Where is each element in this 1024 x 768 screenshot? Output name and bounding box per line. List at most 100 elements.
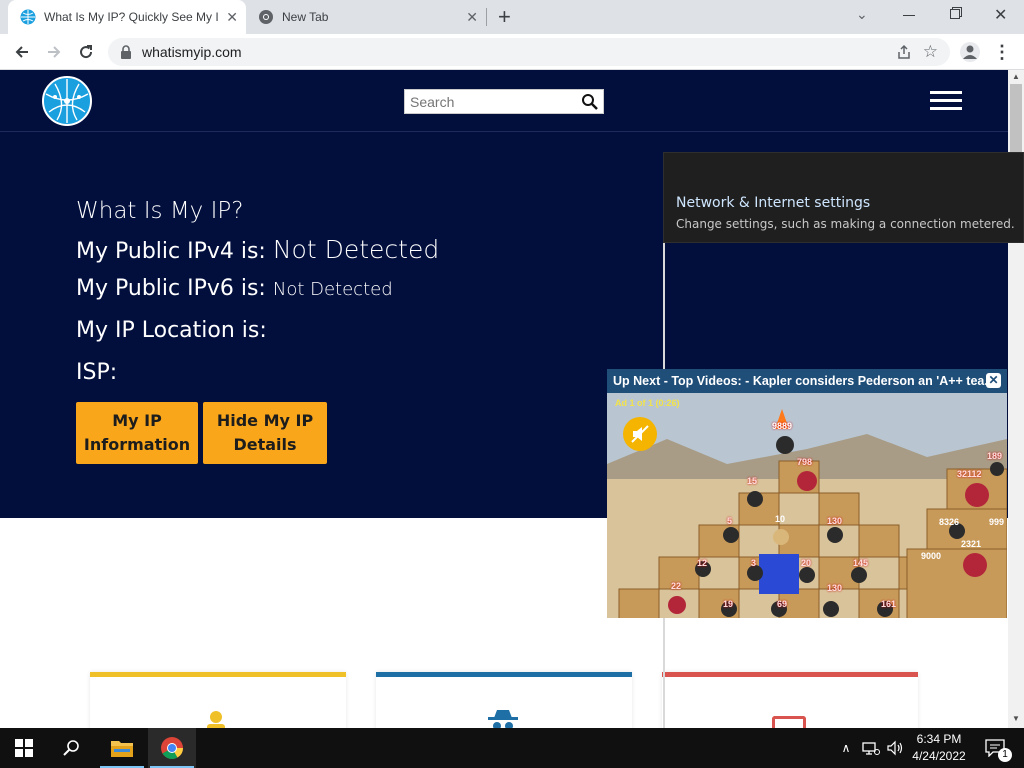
close-video-icon[interactable]: ✕ (986, 373, 1001, 388)
score-label: 145 (853, 558, 869, 568)
score-label: 999 (989, 517, 1005, 527)
network-icon[interactable] (860, 728, 882, 768)
score-label: 130 (827, 583, 843, 593)
lock-icon[interactable] (120, 45, 132, 59)
scroll-down-arrow-icon[interactable]: ▼ (1012, 714, 1020, 723)
forward-arrow-icon[interactable] (42, 40, 66, 64)
volume-icon[interactable] (884, 728, 906, 768)
restore-icon[interactable] (950, 9, 960, 19)
ipv4-value: Not Detected (272, 235, 440, 264)
minimize-icon[interactable] (903, 15, 915, 16)
tab-title: New Tab (282, 10, 329, 24)
globe-favicon-icon (20, 9, 36, 25)
hamburger-menu-icon[interactable] (930, 91, 962, 111)
ipv6-label: My Public IPv6 is: (76, 276, 266, 301)
clock[interactable]: 6:34 PM 4/24/2022 (906, 728, 972, 768)
share-icon[interactable] (896, 44, 912, 60)
bookmark-star-icon[interactable]: ☆ (923, 42, 938, 62)
score-label: 19 (723, 599, 734, 609)
search-input[interactable] (405, 93, 575, 110)
profile-avatar-icon[interactable] (958, 40, 982, 64)
tab-divider (486, 8, 487, 26)
windows-taskbar: ∧ 6:34 PM 4/24/2022 1 (0, 728, 1024, 768)
feature-card-red[interactable] (662, 672, 918, 728)
scroll-up-arrow-icon[interactable]: ▲ (1012, 72, 1020, 81)
chrome-favicon-icon (259, 10, 273, 24)
chrome-taskbar-icon[interactable] (148, 728, 196, 768)
back-arrow-icon[interactable] (10, 40, 34, 64)
url-text[interactable]: whatismyip.com (142, 44, 242, 60)
file-explorer-icon[interactable] (98, 728, 146, 768)
scroll-thumb[interactable] (1010, 84, 1022, 156)
tab-search-chevron-icon[interactable]: ⌄ (856, 6, 868, 23)
score-label: 3 (751, 558, 757, 568)
tab-whatismyip[interactable]: What Is My IP? Quickly See My IP ✕ (8, 0, 246, 34)
button-line: My IP (112, 411, 162, 430)
card-top-border (376, 672, 632, 677)
mute-icon[interactable] (623, 417, 657, 451)
page-title: What Is My IP? (76, 198, 244, 224)
new-tab-plus-icon[interactable]: + (498, 4, 511, 30)
score-label: 2321 (961, 539, 982, 549)
search-icon[interactable] (581, 93, 599, 111)
score-label: 130 (827, 516, 843, 526)
button-line: Hide My IP (216, 411, 314, 430)
score-label: 15 (747, 476, 758, 486)
score-label: 5 (727, 516, 733, 526)
menu-kebab-icon[interactable]: ⋮ (990, 40, 1014, 64)
ad-label: Ad 1 of 1 (0:26) (615, 398, 680, 408)
score-label: 8326 (939, 517, 960, 527)
my-ip-information-button[interactable]: My IP Information (76, 402, 198, 464)
tab-bar: What Is My IP? Quickly See My IP ✕ New T… (0, 0, 1024, 34)
clock-date: 4/24/2022 (912, 749, 966, 763)
card-top-border (90, 672, 346, 677)
score-label: 22 (671, 581, 682, 591)
notification-badge: 1 (998, 748, 1012, 762)
ipv4-label: My Public IPv4 is: (76, 239, 266, 264)
windows-start-icon[interactable] (0, 728, 48, 768)
location-label: My IP Location is: (76, 318, 267, 343)
isp-label: ISP: (76, 360, 118, 385)
score-label: 12 (697, 558, 708, 568)
show-hidden-icons-chevron-icon[interactable]: ∧ (836, 728, 856, 768)
reload-icon[interactable] (74, 40, 98, 64)
score-label: 20 (801, 558, 812, 568)
address-bar[interactable]: whatismyip.com ☆ (108, 38, 950, 66)
spy-icon (488, 710, 518, 728)
floating-video-player[interactable]: Up Next - Top Videos: - Kapler considers… (607, 369, 1007, 618)
video-title[interactable]: Up Next - Top Videos: - Kapler considers… (613, 374, 995, 388)
score-label: 9889 (772, 421, 793, 431)
network-settings-tooltip[interactable]: Network & Internet settings Change setti… (663, 152, 1024, 243)
tooltip-title[interactable]: Network & Internet settings (676, 195, 870, 211)
action-center-icon[interactable]: 1 (980, 728, 1012, 768)
button-line: Details (233, 435, 297, 454)
button-line: Information (83, 435, 191, 454)
clock-time: 6:34 PM (916, 732, 962, 746)
site-search-box[interactable] (404, 89, 604, 114)
close-tab-icon[interactable]: ✕ (226, 9, 238, 26)
ipv4-row: My Public IPv4 is: Not Detected (76, 235, 439, 264)
tooltip-subtitle: Change settings, such as making a connec… (676, 217, 1015, 231)
taskbar-search-icon[interactable] (48, 728, 96, 768)
score-label: 10 (775, 514, 786, 524)
tab-new-tab[interactable]: New Tab ✕ (246, 0, 486, 34)
whatismyip-logo[interactable] (41, 76, 93, 126)
feature-card-blue[interactable] (376, 672, 632, 728)
score-label: 798 (797, 457, 813, 467)
close-window-icon[interactable]: ✕ (994, 5, 1007, 25)
score-label: 32112 (957, 469, 982, 479)
hide-my-ip-details-button[interactable]: Hide My IP Details (203, 402, 327, 464)
browser-toolbar: whatismyip.com ☆ ⋮ (0, 34, 1024, 70)
tab-title: What Is My IP? Quickly See My IP (44, 10, 219, 24)
close-tab-icon[interactable]: ✕ (466, 9, 478, 26)
ipv6-value: Not Detected (272, 279, 393, 300)
feature-card-yellow[interactable] (90, 672, 346, 728)
video-header: Up Next - Top Videos: - Kapler considers… (607, 369, 1007, 393)
score-label: 161 (881, 599, 897, 609)
ipv6-row: My Public IPv6 is: Not Detected (76, 276, 393, 301)
score-label: 69 (777, 599, 788, 609)
nav-divider (0, 131, 1008, 132)
card-top-border (662, 672, 918, 677)
score-label: 189 (987, 451, 1003, 461)
monitor-icon (772, 716, 806, 728)
